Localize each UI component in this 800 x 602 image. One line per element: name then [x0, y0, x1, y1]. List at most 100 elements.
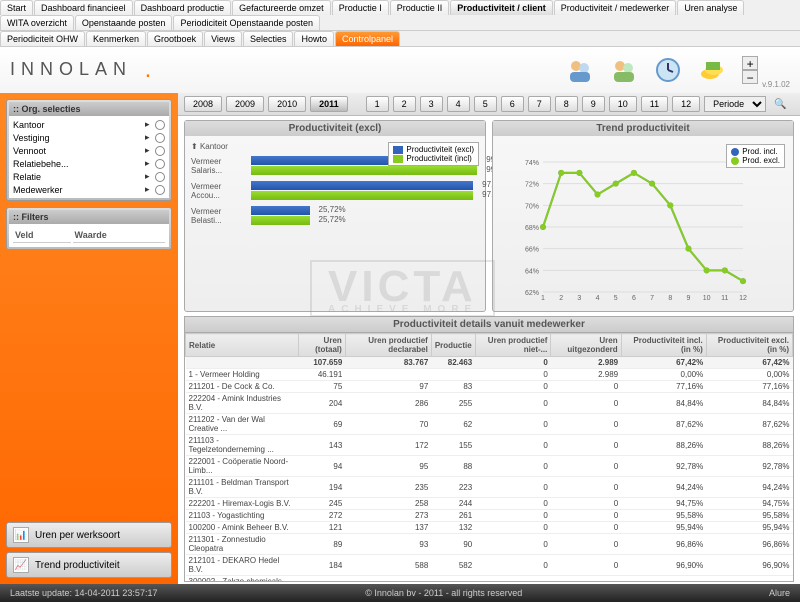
- tab[interactable]: Controlpanel: [335, 31, 400, 46]
- plus-button[interactable]: +: [742, 56, 758, 70]
- org-item-label[interactable]: Medewerker: [13, 185, 145, 195]
- up-icon[interactable]: ⬆: [191, 142, 198, 151]
- table-row[interactable]: 1 - Vermeer Holding46.19102.9890,00%0,00…: [186, 369, 793, 381]
- sidebar-button[interactable]: 📊Uren per werksoort: [6, 522, 172, 548]
- month-button[interactable]: 9: [582, 96, 605, 112]
- total-cell: 82.463: [431, 357, 475, 369]
- sidebar-button[interactable]: 📈Trend productiviteit: [6, 552, 172, 578]
- column-header[interactable]: Uren uitgezonderd: [551, 334, 621, 357]
- month-button[interactable]: 8: [555, 96, 578, 112]
- svg-text:6: 6: [632, 295, 636, 302]
- radio-icon[interactable]: [155, 159, 165, 169]
- tab[interactable]: Start: [0, 0, 33, 15]
- month-button[interactable]: 4: [447, 96, 470, 112]
- tab[interactable]: Kenmerken: [86, 31, 146, 46]
- radio-icon[interactable]: [155, 133, 165, 143]
- tab[interactable]: Uren analyse: [677, 0, 744, 15]
- table-row[interactable]: 222001 - Coöperatie Noord-Limb...9495880…: [186, 456, 793, 477]
- version-label: v.9.1.02: [762, 80, 790, 89]
- table-row[interactable]: 100200 - Amink Beheer B.V.1211371320095,…: [186, 522, 793, 534]
- legend-label: Prod. incl.: [742, 147, 778, 156]
- month-button[interactable]: 3: [420, 96, 443, 112]
- table-row[interactable]: 211103 - Tegelzetonderneming ...14317215…: [186, 435, 793, 456]
- column-header[interactable]: Uren productief niet-...: [475, 334, 551, 357]
- org-item-label[interactable]: Kantoor: [13, 120, 145, 130]
- month-button[interactable]: 1: [366, 96, 389, 112]
- period-select[interactable]: Periode: [704, 96, 766, 112]
- tab[interactable]: Productiviteit / medewerker: [554, 0, 677, 15]
- tab[interactable]: Gefactureerde omzet: [232, 0, 331, 15]
- month-button[interactable]: 5: [474, 96, 497, 112]
- column-header[interactable]: Productiviteit excl. (in %): [706, 334, 792, 357]
- column-header[interactable]: Uren (totaal): [298, 334, 345, 357]
- chevron-right-icon[interactable]: ▸: [145, 158, 155, 169]
- tab[interactable]: Periodiciteit Openstaande posten: [173, 15, 320, 30]
- month-button[interactable]: 10: [609, 96, 637, 112]
- radio-icon[interactable]: [155, 172, 165, 182]
- chevron-right-icon[interactable]: ▸: [145, 145, 155, 156]
- minus-button[interactable]: −: [742, 70, 758, 84]
- chevron-right-icon[interactable]: ▸: [145, 132, 155, 143]
- org-item-label[interactable]: Relatiebehe...: [13, 159, 145, 169]
- radio-icon[interactable]: [155, 120, 165, 130]
- table-row[interactable]: 21103 - Yogastichting2722732610095,58%95…: [186, 510, 793, 522]
- tab[interactable]: Selecties: [243, 31, 294, 46]
- details-title: Productiviteit details vanuit medewerker: [184, 316, 794, 332]
- table-row[interactable]: 222204 - Amink Industries B.V.2042862550…: [186, 393, 793, 414]
- svg-text:72%: 72%: [525, 182, 539, 189]
- tab-bar-1: StartDashboard financieelDashboard produ…: [0, 0, 800, 31]
- tab[interactable]: Productiviteit / client: [450, 0, 553, 15]
- year-button[interactable]: 2011: [310, 96, 348, 112]
- org-item-label[interactable]: Relatie: [13, 172, 145, 182]
- tab-bar-2: Periodiciteit OHWKenmerkenGrootboekViews…: [0, 31, 800, 47]
- zoom-icon[interactable]: 🔍: [774, 99, 786, 110]
- tab[interactable]: Dashboard productie: [134, 0, 232, 15]
- table-row[interactable]: 211301 - Zonnestudio Cleopatra8993900096…: [186, 534, 793, 555]
- year-button[interactable]: 2009: [226, 96, 264, 112]
- table-row[interactable]: 222201 - Hiremax-Logis B.V.2452582440094…: [186, 498, 793, 510]
- year-button[interactable]: 2008: [184, 96, 222, 112]
- chevron-right-icon[interactable]: ▸: [145, 171, 155, 182]
- month-button[interactable]: 6: [501, 96, 524, 112]
- month-button[interactable]: 11: [641, 96, 668, 112]
- month-button[interactable]: 7: [528, 96, 551, 112]
- month-button[interactable]: 2: [393, 96, 416, 112]
- tab[interactable]: Dashboard financieel: [34, 0, 133, 15]
- table-row[interactable]: 211201 - De Cock & Co.7597830077,16%77,1…: [186, 381, 793, 393]
- tab[interactable]: Productie II: [390, 0, 450, 15]
- tab[interactable]: WITA overzicht: [0, 15, 74, 30]
- org-item-label[interactable]: Vennoot: [13, 146, 145, 156]
- column-header[interactable]: Relatie: [186, 334, 299, 357]
- people-icon[interactable]: [608, 54, 640, 86]
- table-row[interactable]: 212101 - DEKARO Hedel B.V.1845885820096,…: [186, 555, 793, 576]
- axis-label: Kantoor: [200, 142, 228, 151]
- month-button[interactable]: 12: [672, 96, 700, 112]
- column-header[interactable]: Productiviteit incl. (in %): [621, 334, 706, 357]
- money-icon[interactable]: [696, 54, 728, 86]
- radio-icon[interactable]: [155, 185, 165, 195]
- column-header[interactable]: Uren productief declarabel: [345, 334, 431, 357]
- radio-icon[interactable]: [155, 146, 165, 156]
- filter-col: Veld: [13, 228, 71, 243]
- tab[interactable]: Openstaande posten: [75, 15, 173, 30]
- tab[interactable]: Grootboek: [147, 31, 203, 46]
- total-cell: 67,42%: [706, 357, 792, 369]
- bar-label: Vermeer Belasti...: [191, 207, 251, 225]
- table-row[interactable]: 211202 - Van der Wal Creative ...6970620…: [186, 414, 793, 435]
- chevron-right-icon[interactable]: ▸: [145, 184, 155, 195]
- people-icon[interactable]: [564, 54, 596, 86]
- tab[interactable]: Views: [204, 31, 242, 46]
- total-cell: [186, 357, 299, 369]
- org-item-label[interactable]: Vestiging: [13, 133, 145, 143]
- tab[interactable]: Productie I: [332, 0, 389, 15]
- bars-icon: 📊: [13, 527, 29, 543]
- chevron-right-icon[interactable]: ▸: [145, 119, 155, 130]
- tab[interactable]: Howto: [294, 31, 334, 46]
- svg-text:2: 2: [559, 295, 563, 302]
- clock-icon[interactable]: [652, 54, 684, 86]
- table-row[interactable]: 300002 - Zakzo chemicals B.V.8.75011.608…: [186, 576, 793, 583]
- tab[interactable]: Periodiciteit OHW: [0, 31, 85, 46]
- table-row[interactable]: 211101 - Beldman Transport B.V.194235223…: [186, 477, 793, 498]
- column-header[interactable]: Productie: [431, 334, 475, 357]
- year-button[interactable]: 2010: [268, 96, 306, 112]
